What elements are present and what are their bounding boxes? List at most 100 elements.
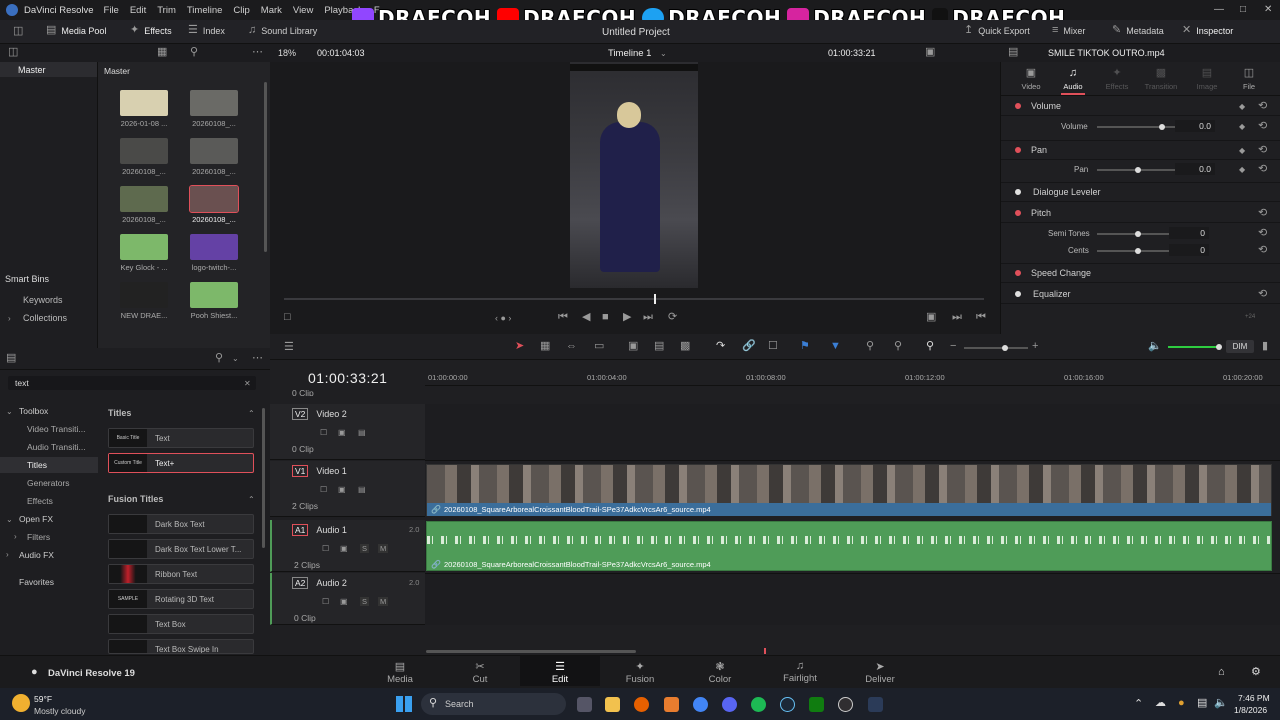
speed-change-section[interactable]: Speed Change: [1001, 263, 1280, 283]
inspector-panel-icon[interactable]: ▤: [1008, 47, 1018, 58]
volume-slider-knob[interactable]: [1159, 124, 1165, 130]
track-name[interactable]: Video 1: [316, 466, 346, 476]
start-icon[interactable]: [396, 696, 412, 712]
minimize-button[interactable]: —: [1214, 4, 1224, 15]
spotify-icon[interactable]: [751, 697, 766, 712]
match-frame-icon[interactable]: ▣: [926, 312, 936, 323]
solo-button[interactable]: S: [360, 544, 370, 553]
marker-icon[interactable]: ▼: [830, 341, 841, 352]
volume-enable-toggle[interactable]: [1015, 102, 1021, 109]
discord-icon[interactable]: [722, 697, 737, 712]
page-deliver[interactable]: ➤ Deliver: [850, 660, 910, 685]
fusion-title-tile[interactable]: Text Box: [108, 614, 254, 634]
trim-tool-icon[interactable]: ▦: [540, 341, 550, 352]
pitch-enable-toggle[interactable]: [1015, 209, 1021, 216]
davinci-taskbar-icon[interactable]: [868, 697, 883, 712]
volume-slider[interactable]: [1097, 124, 1177, 130]
onedrive-icon[interactable]: ☁: [1155, 698, 1166, 709]
viewer-mode-icon[interactable]: □: [284, 312, 291, 323]
scrubber-handle[interactable]: [654, 294, 656, 304]
loop-icon[interactable]: ⟳: [668, 312, 677, 323]
collections-bin[interactable]: Collections: [23, 313, 67, 323]
tree-filters[interactable]: Filters: [27, 532, 50, 542]
dynamic-trim-icon[interactable]: ⇔: [566, 341, 577, 352]
chrome-icon[interactable]: [693, 697, 708, 712]
more-options-icon[interactable]: ⋯: [252, 47, 263, 58]
volume-value[interactable]: 0.0: [1175, 120, 1215, 132]
cents-slider[interactable]: [1097, 248, 1177, 254]
track-name[interactable]: Audio 2: [316, 578, 347, 588]
zoom-custom-icon[interactable]: ⚲: [926, 341, 934, 352]
cents-value[interactable]: 0: [1169, 244, 1209, 256]
clip-thumbnail[interactable]: [120, 90, 168, 116]
solo-button[interactable]: S: [360, 597, 370, 606]
fusion-title-tile[interactable]: Ribbon Text: [108, 564, 254, 584]
clip-thumbnail[interactable]: [190, 90, 238, 116]
zoom-level[interactable]: 18%: [278, 48, 296, 58]
more-options-icon[interactable]: ⋯: [252, 353, 263, 364]
maximize-button[interactable]: □: [1240, 4, 1246, 15]
clip-thumbnail[interactable]: [190, 282, 238, 308]
pitch-section[interactable]: Pitch: [1001, 203, 1280, 223]
track-header-v2[interactable]: V2 Video 2 ☐ ▣ ▤ 0 Clip: [270, 404, 425, 460]
equalizer-section[interactable]: Equalizer: [1001, 284, 1280, 304]
flag-icon[interactable]: ⚑: [800, 341, 810, 352]
clip-thumbnail[interactable]: [120, 138, 168, 164]
tree-open-fx[interactable]: Open FX: [19, 514, 53, 524]
steam-icon[interactable]: [780, 697, 795, 712]
clip-thumbnail[interactable]: [120, 234, 168, 260]
master-bin[interactable]: Master: [0, 62, 97, 77]
auto-select-icon[interactable]: ▣: [340, 543, 348, 554]
clip-thumbnail-selected[interactable]: [189, 185, 239, 213]
fusion-title-tile[interactable]: SAMPLE Rotating 3D Text: [108, 589, 254, 609]
quick-export-button[interactable]: ↥ Quick Export: [964, 25, 1030, 36]
playhead-scrubber[interactable]: [284, 294, 984, 304]
mixer-button[interactable]: ≡ Mixer: [1052, 25, 1085, 36]
track-header-v1[interactable]: V1 Video 1 ☐ ▣ ▤ 2 Clips: [270, 461, 425, 517]
auto-select-icon[interactable]: ▣: [338, 484, 346, 495]
dialogue-leveler-section[interactable]: Dialogue Leveler: [1001, 182, 1280, 202]
semi-tones-value[interactable]: 0: [1169, 227, 1209, 239]
viewer-options-icon[interactable]: ▣: [925, 47, 935, 58]
track-header-a1[interactable]: A1 Audio 1 2.0 ☐ ▣ S M 2 Clips: [270, 520, 425, 572]
reset-icon[interactable]: ⟲: [1258, 164, 1267, 175]
tree-video-transitions[interactable]: Video Transiti...: [27, 424, 85, 434]
keyframe-icon[interactable]: ◆: [1239, 121, 1245, 132]
app-icon[interactable]: [664, 697, 679, 712]
timeline-ruler[interactable]: 01:00:00:00 01:00:04:00 01:00:08:00 01:0…: [425, 360, 1280, 386]
step-back-icon[interactable]: ◀: [582, 312, 590, 323]
auto-select-icon[interactable]: ▣: [338, 427, 346, 438]
zoom-out-icon[interactable]: −: [950, 341, 956, 352]
next-edit-icon[interactable]: ⏭: [952, 312, 962, 323]
effects-button[interactable]: ✦ Effects: [130, 25, 172, 36]
audio-clip[interactable]: 🔗 20260108_SquareArborealCroissantBloodT…: [426, 521, 1272, 571]
tab-audio[interactable]: ♫ Audio: [1061, 68, 1085, 95]
chevron-down-icon[interactable]: ⌄: [660, 48, 667, 59]
index-button[interactable]: ☰ Index: [188, 25, 225, 36]
disable-track-icon[interactable]: ▤: [358, 427, 366, 438]
panel-toggle-icon[interactable]: ◫: [8, 47, 18, 58]
clip-thumbnail[interactable]: [120, 282, 168, 308]
chevron-down-icon[interactable]: ⌄: [6, 514, 13, 525]
clip-thumbnail[interactable]: [190, 138, 238, 164]
obs-icon[interactable]: [838, 697, 853, 712]
tree-generators[interactable]: Generators: [27, 478, 70, 488]
fusion-title-tile[interactable]: Dark Box Text: [108, 514, 254, 534]
page-color[interactable]: ❃ Color: [690, 660, 750, 685]
close-button[interactable]: ✕: [1264, 4, 1272, 15]
equalizer-toggle[interactable]: [1015, 290, 1021, 297]
reset-icon[interactable]: ⟲: [1258, 121, 1267, 132]
overwrite-clip-icon[interactable]: ▤: [654, 341, 664, 352]
timeline-name[interactable]: Timeline 1: [608, 48, 651, 59]
page-media[interactable]: ▤ Media: [370, 660, 430, 685]
dialogue-leveler-toggle[interactable]: [1015, 189, 1021, 195]
reset-icon[interactable]: ⟲: [1258, 245, 1267, 256]
menu-clip[interactable]: Clip: [233, 5, 249, 16]
sidebar-toggle-icon[interactable]: ▤: [6, 353, 16, 364]
tree-titles[interactable]: Titles: [0, 457, 98, 473]
media-pool-button[interactable]: ▤ Media Pool: [46, 25, 106, 36]
inspector-button[interactable]: ✕ Inspector: [1182, 25, 1233, 36]
weather-icon[interactable]: [12, 694, 30, 712]
link-icon[interactable]: 🔗: [742, 341, 756, 352]
auto-select-icon[interactable]: ▣: [340, 596, 348, 607]
